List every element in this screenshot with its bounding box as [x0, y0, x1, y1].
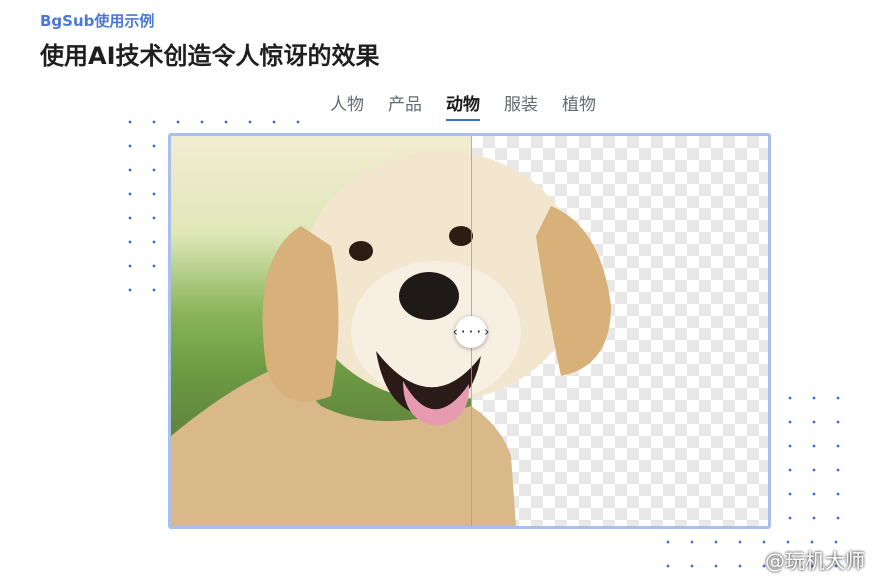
- drag-handle-icon[interactable]: ‹···›: [451, 316, 491, 348]
- category-tabs: 人物 产品 动物 服装 植物: [330, 90, 596, 121]
- tab-plants[interactable]: 植物: [562, 90, 596, 121]
- before-after-comparison[interactable]: ‹···›: [168, 133, 771, 529]
- weibo-logo-icon: [739, 551, 760, 568]
- watermark-text: @玩机大师: [765, 549, 865, 573]
- section-eyebrow: BgSub使用示例: [40, 12, 155, 30]
- tab-products[interactable]: 产品: [388, 90, 422, 121]
- decorative-dot-pattern: [118, 134, 166, 304]
- decorative-dot-pattern: [118, 110, 308, 134]
- tab-people[interactable]: 人物: [330, 90, 364, 121]
- tab-animals[interactable]: 动物: [446, 90, 480, 121]
- watermark: @玩机大师: [739, 545, 865, 574]
- tab-clothing[interactable]: 服装: [504, 90, 538, 121]
- decorative-dot-pattern: [778, 386, 850, 526]
- page-title: 使用AI技术创造令人惊讶的效果: [40, 42, 380, 70]
